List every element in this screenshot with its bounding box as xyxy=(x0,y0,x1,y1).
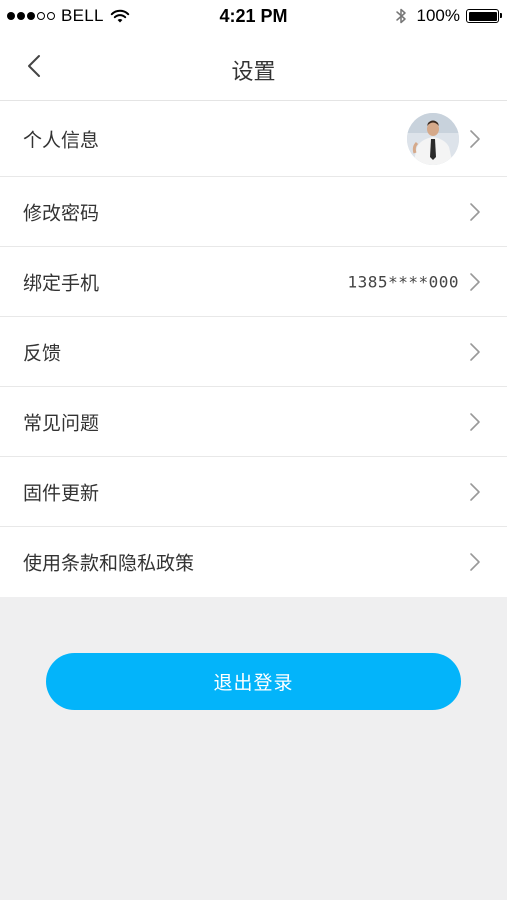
chevron-right-icon xyxy=(470,412,480,431)
row-label: 使用条款和隐私政策 xyxy=(23,552,195,575)
status-right: 100% xyxy=(395,6,502,26)
row-label: 反馈 xyxy=(23,342,62,364)
chevron-right-icon xyxy=(470,202,480,221)
row-label: 固件更新 xyxy=(23,482,100,504)
phone-number-value: 1385****000 xyxy=(347,272,459,291)
status-bar: BELL 4:21 PM 100% xyxy=(0,0,507,32)
row-label: 修改密码 xyxy=(23,202,100,224)
battery-fill xyxy=(468,11,497,21)
chevron-right-icon xyxy=(470,553,480,571)
settings-row-change-password[interactable]: 修改密码 xyxy=(0,177,507,247)
settings-row-faq[interactable]: 常见问题 xyxy=(0,387,507,457)
bluetooth-icon xyxy=(395,8,406,24)
chevron-right-icon xyxy=(470,129,480,148)
settings-row-firmware-update[interactable]: 固件更新 xyxy=(0,457,507,527)
settings-row-terms-privacy[interactable]: 使用条款和隐私政策 xyxy=(0,527,507,597)
settings-row-profile[interactable]: 个人信息 xyxy=(0,101,507,177)
row-label: 绑定手机 xyxy=(23,272,100,294)
settings-list: 个人信息 修改密码 绑定手机 1385****000 反馈 常见问题 固件更新 … xyxy=(0,101,507,597)
row-label: 个人信息 xyxy=(23,129,100,151)
settings-row-bind-phone[interactable]: 绑定手机 1385****000 xyxy=(0,247,507,317)
row-label: 常见问题 xyxy=(23,412,100,434)
chevron-right-icon xyxy=(470,482,480,501)
avatar xyxy=(407,112,459,165)
logout-button[interactable]: 退出登录 xyxy=(46,653,461,710)
battery-icon xyxy=(466,9,502,23)
nav-bar: 设置 xyxy=(0,32,507,101)
settings-row-feedback[interactable]: 反馈 xyxy=(0,317,507,387)
page-title: 设置 xyxy=(231,60,276,85)
battery-percent: 100% xyxy=(416,6,460,25)
chevron-right-icon xyxy=(470,272,480,291)
chevron-right-icon xyxy=(470,342,480,361)
